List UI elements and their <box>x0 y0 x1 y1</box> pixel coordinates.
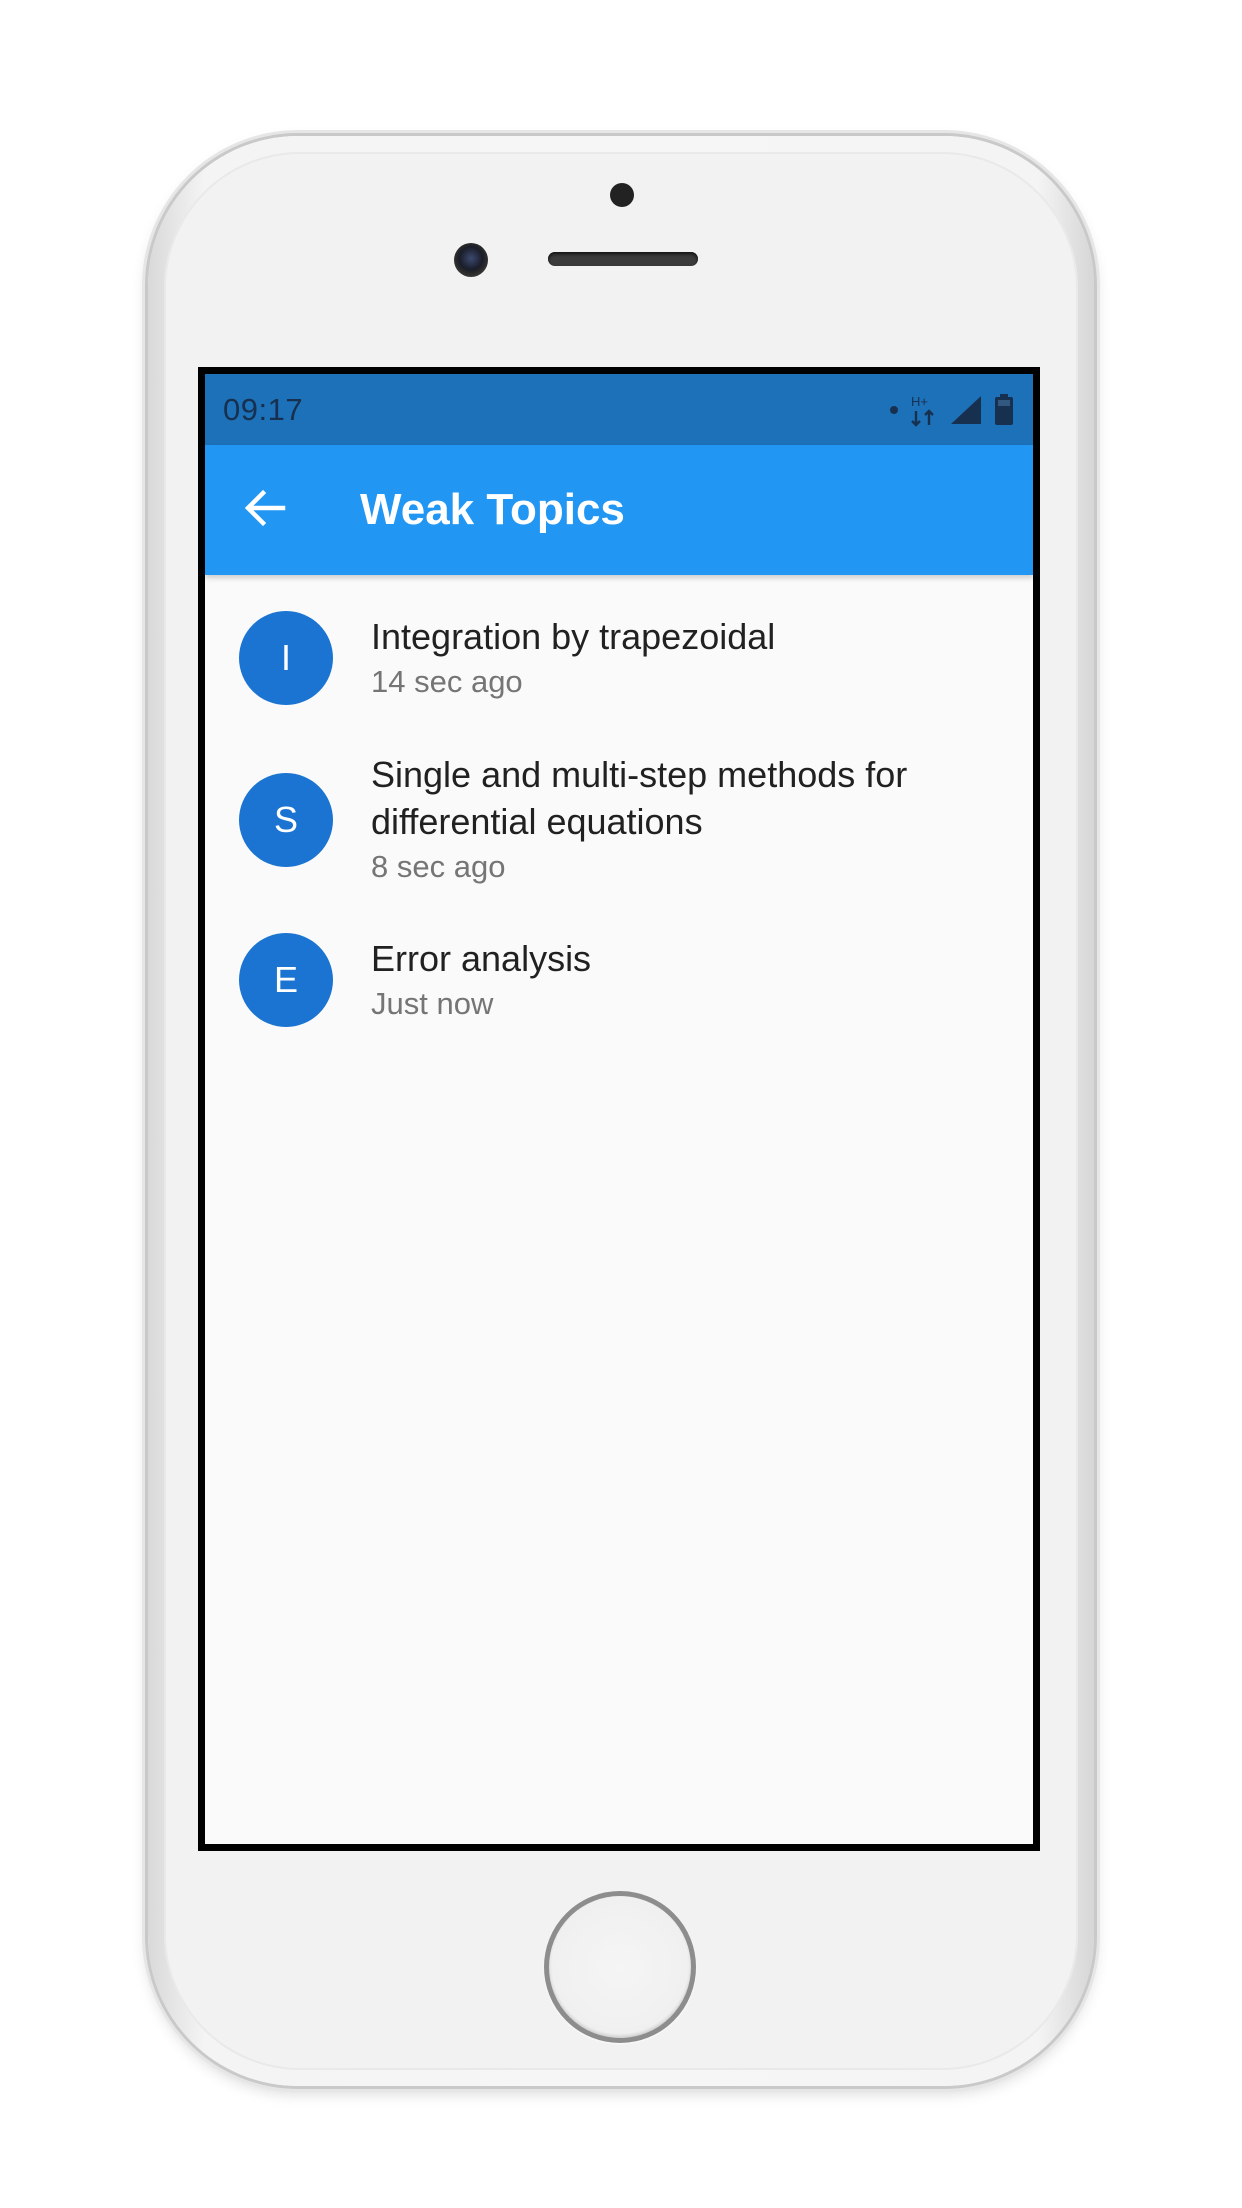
list-item[interactable]: S Single and multi-step methods for diff… <box>205 733 1033 907</box>
avatar: S <box>239 773 333 867</box>
app-bar: Weak Topics <box>205 445 1033 575</box>
phone-screen: 09:17 H+ Weak Topics I Integration by tr… <box>198 367 1040 1851</box>
front-camera <box>454 243 488 277</box>
topic-timestamp: Just now <box>371 985 494 1021</box>
weak-topics-list: I Integration by trapezoidal 14 sec ago … <box>205 575 1033 1045</box>
back-button[interactable] <box>205 445 325 575</box>
svg-text:H+: H+ <box>911 394 928 409</box>
proximity-sensor <box>610 183 634 207</box>
list-item-text: Error analysis Just now <box>371 935 621 1026</box>
network-hplus-icon: H+ <box>909 392 939 428</box>
list-item[interactable]: E Error analysis Just now <box>205 915 1033 1045</box>
status-icons: H+ <box>889 392 1015 428</box>
list-item-text: Single and multi-step methods for differ… <box>371 751 1033 889</box>
topic-title: Single and multi-step methods for differ… <box>371 754 908 842</box>
notification-dot-icon <box>889 405 899 415</box>
topic-title: Error analysis <box>371 937 592 979</box>
topic-timestamp: 14 sec ago <box>371 663 523 699</box>
status-bar: 09:17 H+ <box>205 374 1033 445</box>
earpiece-speaker <box>548 252 698 266</box>
list-item-text: Integration by trapezoidal 14 sec ago <box>371 613 805 704</box>
topic-title: Integration by trapezoidal <box>371 615 776 657</box>
signal-strength-icon <box>949 394 983 426</box>
avatar: E <box>239 933 333 1027</box>
list-item[interactable]: I Integration by trapezoidal 14 sec ago <box>205 593 1033 723</box>
page-title: Weak Topics <box>360 485 625 534</box>
avatar: I <box>239 611 333 705</box>
home-button[interactable] <box>544 1891 696 2043</box>
battery-icon <box>993 393 1015 427</box>
status-time: 09:17 <box>223 391 304 427</box>
arrow-left-icon <box>243 488 287 533</box>
topic-timestamp: 8 sec ago <box>371 849 506 884</box>
phone-mockup: 09:17 H+ Weak Topics I Integration by tr… <box>0 0 1242 2208</box>
